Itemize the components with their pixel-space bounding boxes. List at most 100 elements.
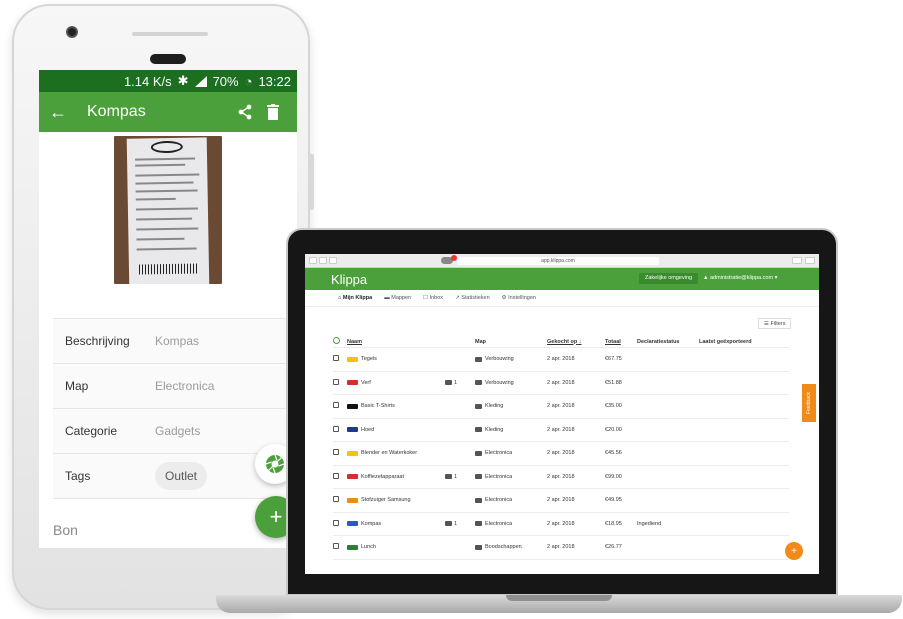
column-header-status[interactable]: Declaratiestatus: [637, 339, 699, 345]
column-header-exported[interactable]: Laatst geëxporteerd: [699, 339, 789, 345]
receipt-paper: [126, 137, 210, 284]
detail-row-category[interactable]: Categorie Gadgets: [53, 409, 297, 454]
table-body: Tegels Verbouwing 2 apr. 2018 €67.75 Verf 1 Ve…: [333, 348, 789, 560]
share-icon[interactable]: [231, 104, 259, 120]
brand-logo[interactable]: Klippa: [331, 272, 367, 287]
row-checkbox[interactable]: [333, 519, 347, 528]
nav-label: Instellingen: [508, 295, 536, 301]
row-checkbox[interactable]: [333, 425, 347, 434]
row-folder-cell: Kleding: [475, 427, 547, 433]
account-menu[interactable]: ▲ administratie@klippa.com ▾: [703, 275, 777, 281]
nav-item-inbox[interactable]: ☐ Inbox: [423, 295, 443, 301]
row-name: Blender en Waterkoker: [361, 450, 418, 457]
tabs-icon[interactable]: [805, 257, 815, 264]
nav-item-mijn-klippa[interactable]: ⌂ Mijn Klippa: [338, 295, 372, 301]
row-checkbox[interactable]: [333, 378, 347, 387]
chevron-down-icon: ▾: [774, 275, 778, 281]
back-icon[interactable]: [309, 257, 317, 264]
column-header-date[interactable]: Gekocht op ↓: [547, 339, 605, 345]
column-header-folder[interactable]: Map: [475, 339, 547, 345]
phone-sensor-line: [132, 32, 208, 36]
table-row[interactable]: Lunch Boodschappen 2 apr. 2018 €26.77: [333, 536, 789, 560]
nav-item-mappen[interactable]: ▬ Mappen: [384, 295, 411, 301]
detail-label: Map: [65, 379, 89, 393]
table-row[interactable]: Blender en Waterkoker Electronica 2 apr. 2…: [333, 442, 789, 466]
battery-level: 70%: [212, 73, 239, 89]
row-checkbox[interactable]: [333, 402, 347, 410]
receipt-photo[interactable]: [114, 136, 222, 284]
table-row[interactable]: Koffiezetapparaat 1 Electronica 2 apr. 2018…: [333, 466, 789, 489]
detail-row-description[interactable]: Beschrijving Kompas: [53, 319, 297, 364]
back-arrow-icon[interactable]: ←: [49, 102, 79, 123]
nav-item-statistieken[interactable]: ↗ Statistieken: [455, 295, 490, 301]
row-name: Basic T-Shirts: [361, 403, 395, 410]
receipt-line: [136, 237, 185, 241]
merchant-logo-icon: [347, 544, 358, 550]
address-bar[interactable]: app.klippa.com: [457, 257, 659, 265]
row-name: Lunch: [361, 544, 376, 551]
row-date: 2 apr. 2018: [547, 403, 575, 410]
row-checkbox[interactable]: [333, 449, 347, 457]
row-date: 2 apr. 2018: [547, 426, 575, 433]
merchant-logo-icon: [347, 450, 358, 456]
attachment-count: 1: [454, 520, 458, 527]
table-row[interactable]: Tegels Verbouwing 2 apr. 2018 €67.75: [333, 348, 789, 372]
environment-button[interactable]: Zakelijke omgeving: [639, 273, 699, 284]
row-name: Tegels: [361, 356, 377, 363]
nav-item-instellingen[interactable]: ⚙ Instellingen: [502, 295, 536, 301]
bluetooth-icon: ✱: [177, 73, 189, 88]
folder-icon: [475, 380, 482, 386]
forward-icon[interactable]: [319, 257, 327, 264]
folder-icon: [475, 521, 482, 527]
row-checkbox[interactable]: [333, 472, 347, 481]
folder-icon: [475, 544, 482, 550]
share-icon[interactable]: [792, 257, 802, 264]
row-checkbox[interactable]: [333, 355, 347, 363]
row-checkbox[interactable]: [333, 543, 347, 551]
table-row[interactable]: Hoed Kleding 2 apr. 2018 €20.00: [333, 419, 789, 442]
table-row[interactable]: Stofzuiger Samsung Electronica 2 apr. 2018…: [333, 489, 789, 513]
folder-icon: [475, 450, 482, 456]
row-total: €26.77: [605, 544, 622, 551]
laptop-screen: app.klippa.com Klippa Zakelijke omgeving…: [305, 254, 819, 574]
attachment-count: 1: [454, 473, 458, 480]
tag-chip[interactable]: Outlet: [155, 462, 208, 490]
table-row[interactable]: Kompas 1 Electronica 2 apr. 2018 €18.95 Inged…: [333, 513, 789, 536]
sidebar-icon[interactable]: [329, 257, 337, 264]
nav-label: Mijn Klippa: [342, 295, 373, 301]
row-folder: Electronica: [485, 497, 513, 504]
column-header-name[interactable]: Naam: [347, 339, 445, 345]
laptop-notch: [506, 595, 612, 601]
trash-icon[interactable]: [259, 104, 287, 120]
detail-row-folder[interactable]: Map Electronica: [53, 364, 297, 409]
row-name: Stofzuiger Samsung: [361, 497, 411, 504]
table-row[interactable]: Basic T-Shirts Kleding 2 apr. 2018 €35.00: [333, 395, 789, 419]
row-folder-cell: Electronica: [475, 521, 547, 527]
merchant-logo-icon: [347, 380, 358, 386]
column-header-total[interactable]: Totaal: [605, 339, 637, 345]
phone-side-button: [309, 154, 314, 210]
receipt-line: [135, 163, 186, 167]
row-attachments: 1: [445, 521, 475, 527]
folder-icon: [475, 474, 482, 480]
merchant-logo-icon: [347, 497, 358, 503]
feedback-tab[interactable]: Feedback: [802, 384, 816, 422]
row-folder-cell: Verbouwing: [475, 380, 547, 386]
detail-value: Electronica: [155, 379, 215, 393]
row-folder: Verbouwing: [485, 356, 514, 363]
row-folder-cell: Electronica: [475, 497, 547, 503]
column-label: Gekocht op: [547, 338, 578, 345]
row-folder: Electronica: [485, 450, 513, 457]
filters-button[interactable]: ☰ Filters: [758, 318, 792, 329]
row-name-cell: Kompas: [347, 521, 445, 527]
row-checkbox[interactable]: [333, 496, 347, 504]
row-date: 2 apr. 2018: [547, 379, 575, 386]
row-folder-cell: Electronica: [475, 450, 547, 456]
receipt-line: [135, 197, 176, 201]
row-attachments: 1: [445, 474, 475, 480]
row-folder-cell: Boodschappen: [475, 544, 547, 550]
table-row[interactable]: Verf 1 Verbouwing 2 apr. 2018 €51.88: [333, 372, 789, 395]
row-name-cell: Koffiezetapparaat: [347, 474, 445, 480]
info-icon[interactable]: [333, 337, 347, 346]
add-receipt-button[interactable]: +: [785, 542, 803, 560]
